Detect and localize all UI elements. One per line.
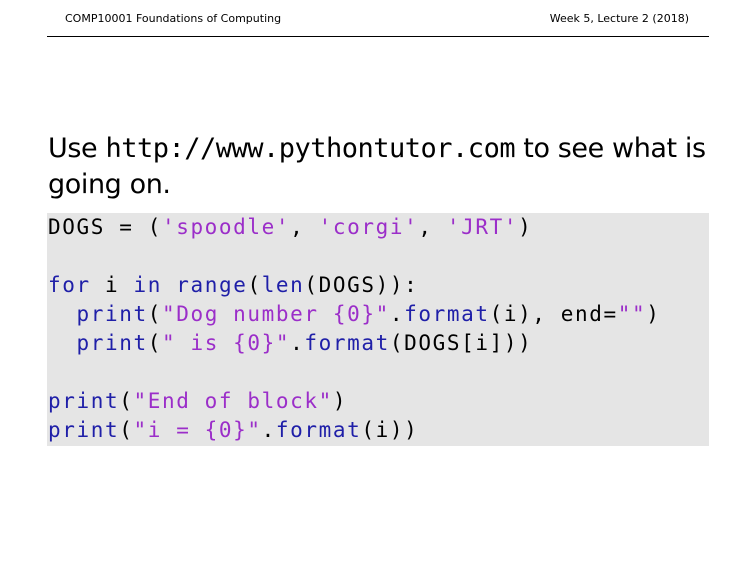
code-string: "i = {0}" <box>133 418 262 442</box>
code-token: (DOGS)): <box>304 273 419 297</box>
pythontutor-url: http://www.pythontutor.com <box>105 133 516 164</box>
code-string: 'corgi' <box>318 215 419 239</box>
code-line-5: print("End of block") <box>48 387 347 415</box>
code-string: "Dog number {0}" <box>161 302 390 326</box>
code-keyword: format <box>304 331 390 355</box>
code-line-3: print("Dog number {0}".format(i), end=""… <box>48 300 661 328</box>
code-token: ( <box>119 418 134 442</box>
code-keyword: print <box>76 331 148 355</box>
code-keyword: format <box>275 418 362 442</box>
code-token: ) <box>332 389 348 413</box>
code-keyword: range <box>176 273 248 297</box>
code-token: ( <box>119 389 134 413</box>
code-token: (DOGS[i])) <box>389 331 533 355</box>
course-title: COMP10001 Foundations of Computing <box>65 12 282 25</box>
code-keyword: for <box>48 273 91 297</box>
code-string: 'JRT' <box>446 215 519 239</box>
code-keyword: in <box>133 273 162 297</box>
code-string: " is {0}" <box>161 331 291 355</box>
code-token: (i), end= <box>489 302 618 326</box>
code-keyword: print <box>48 389 120 413</box>
code-token: , <box>290 215 319 239</box>
code-token: i <box>90 273 134 297</box>
code-keyword: format <box>404 302 490 326</box>
code-token: ) <box>518 215 533 239</box>
code-string: "End of block" <box>133 389 333 413</box>
code-keyword: print <box>48 418 120 442</box>
code-keyword: len <box>261 273 305 297</box>
code-line-2: for i in range(len(DOGS)): <box>48 271 418 299</box>
slide-header: COMP10001 Foundations of Computing Week … <box>47 0 709 37</box>
code-token: ) <box>646 302 661 326</box>
code-token: ( <box>247 273 262 297</box>
code-token: , <box>418 215 447 239</box>
code-token: . <box>290 331 305 355</box>
slide-body-text: Use http://www.pythontutor.com to see wh… <box>48 131 708 203</box>
code-token: (i)) <box>361 418 419 442</box>
code-token: ( <box>147 331 162 355</box>
code-token: . <box>261 418 276 442</box>
code-token: . <box>389 302 405 326</box>
code-token: ( <box>147 302 162 326</box>
code-string: 'spoodle' <box>161 215 291 239</box>
lecture-info: Week 5, Lecture 2 (2018) <box>549 12 689 25</box>
code-keyword: print <box>76 302 148 326</box>
body-text-before: Use <box>48 133 106 164</box>
code-block: DOGS = ('spoodle', 'corgi', 'JRT') for i… <box>47 213 709 446</box>
code-string: "" <box>617 302 647 326</box>
code-line-4: print(" is {0}".format(DOGS[i])) <box>48 329 532 357</box>
code-line-6: print("i = {0}".format(i)) <box>48 416 418 444</box>
code-token: DOGS = ( <box>48 215 162 239</box>
code-line-1: DOGS = ('spoodle', 'corgi', 'JRT') <box>48 213 532 241</box>
